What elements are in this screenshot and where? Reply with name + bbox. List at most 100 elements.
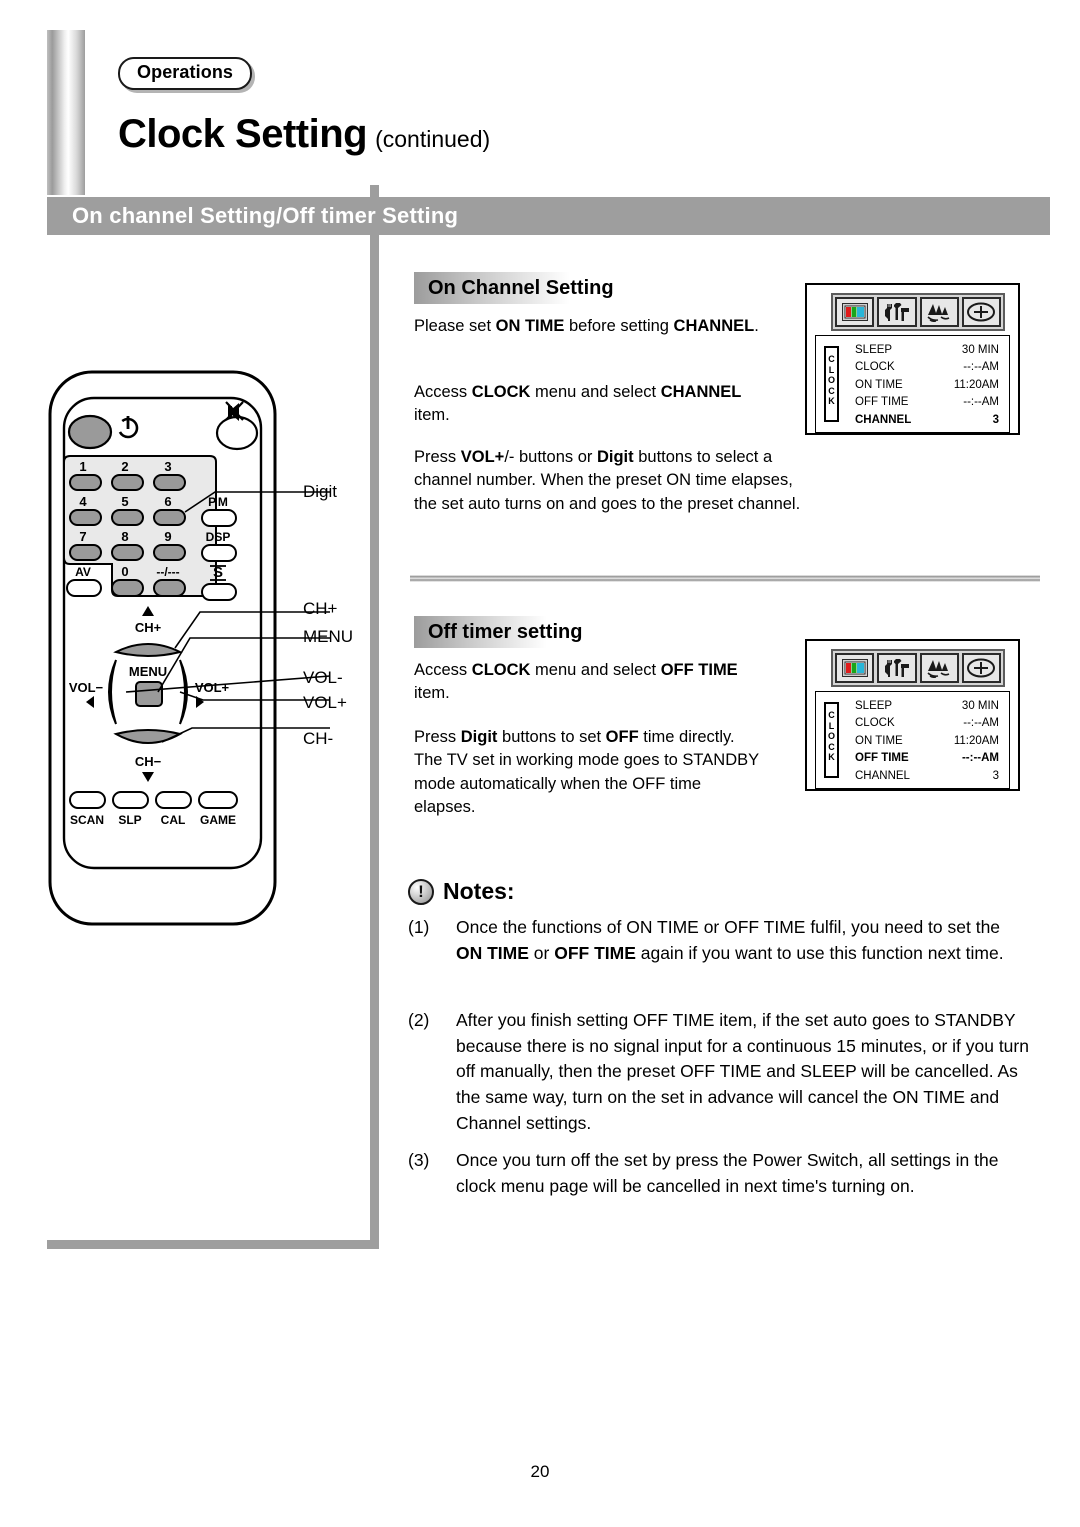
digit-key-2[interactable] <box>111 474 144 491</box>
dash-key[interactable] <box>153 579 186 597</box>
note-item: (2) After you finish setting OFF TIME it… <box>408 1008 1038 1137</box>
osd-row-label: ON TIME <box>855 378 903 391</box>
table-row[interactable]: SLEEP 30 MIN <box>855 698 999 715</box>
table-row[interactable]: ON TIME 11:20AM <box>855 377 999 394</box>
on-channel-paragraph-3: Press VOL+/- buttons or Digit buttons to… <box>414 448 801 513</box>
on-channel-heading: On Channel Setting <box>414 272 630 304</box>
pm-key[interactable] <box>201 509 237 527</box>
digit-key-4[interactable] <box>69 509 102 526</box>
page-title: Clock Setting (continued) <box>118 112 490 157</box>
frame-vertical-rule <box>370 185 379 1248</box>
dsp-key[interactable] <box>201 544 237 562</box>
digit-label-1: 1 <box>79 459 86 474</box>
cal-key[interactable] <box>155 791 192 809</box>
osd-row-label: CLOCK <box>855 717 895 730</box>
osd-row-value: 11:20AM <box>953 734 999 747</box>
digit-key-5[interactable] <box>111 509 144 526</box>
operations-tab: Operations <box>118 57 253 90</box>
frame-horizontal-rule <box>47 1240 379 1249</box>
s-key[interactable] <box>201 583 237 601</box>
digit-label-4: 4 <box>79 494 87 509</box>
sound-icon <box>919 653 959 683</box>
table-row[interactable]: CHANNEL 3 <box>855 768 999 785</box>
remote-control-diagram: 1 2 3 4 5 6 7 8 9 AV 0 --/--- P.M DSP S <box>48 370 330 926</box>
menu-button[interactable] <box>135 681 163 707</box>
osd-row-label: SLEEP <box>855 700 893 712</box>
mute-button[interactable] <box>215 415 259 451</box>
dash-label: --/--- <box>156 565 179 579</box>
menu-label: MENU <box>129 664 167 679</box>
osd-row-list: SLEEP 30 MIN CLOCK --:--AM ON TIME 11:20… <box>855 342 999 429</box>
note-text: Once the functions of ON TIME or OFF TIM… <box>456 917 1004 963</box>
osd-row-label: ON TIME <box>855 734 903 747</box>
table-row[interactable]: SLEEP 30 MIN <box>855 342 999 359</box>
table-row[interactable]: OFF TIME --:--AM <box>855 394 999 411</box>
clock-icon <box>961 653 1001 683</box>
table-row[interactable]: CLOCK --:--AM <box>855 715 999 732</box>
osd-row-label: CHANNEL <box>855 413 912 426</box>
scan-label: SCAN <box>70 813 104 827</box>
osd-row-value: 3 <box>992 769 999 782</box>
digit-key-3[interactable] <box>153 474 186 491</box>
table-row[interactable]: CLOCK --:--AM <box>855 359 999 376</box>
off-timer-paragraph-1: Access CLOCK menu and select OFF TIME it… <box>414 661 738 703</box>
table-row[interactable]: ON TIME 11:20AM <box>855 733 999 750</box>
page-title-sub: (continued) <box>375 126 491 152</box>
off-timer-osd: CLOCK SLEEP 30 MIN CLOCK --:--AM ON TIME… <box>805 639 1020 791</box>
callout-ch-down: CH- <box>303 729 334 748</box>
section-divider <box>410 575 1040 582</box>
callout-ch-up: CH+ <box>303 599 338 618</box>
on-channel-osd: CLOCK SLEEP 30 MIN CLOCK --:--AM ON TIME… <box>805 283 1020 435</box>
osd-row-label: SLEEP <box>855 344 893 356</box>
table-row-selected[interactable]: OFF TIME --:--AM <box>855 750 999 767</box>
note-text: After you finish setting OFF TIME item, … <box>456 1010 1029 1133</box>
page-number: 20 <box>530 1462 550 1481</box>
digit-label-7: 7 <box>79 529 86 544</box>
power-button[interactable] <box>67 414 113 450</box>
note-number: (2) <box>408 1010 430 1030</box>
osd-row-label: CLOCK <box>855 361 895 374</box>
digit-label-3: 3 <box>164 459 171 474</box>
cal-label: CAL <box>161 813 186 827</box>
osd-side-tab: CLOCK <box>824 346 839 422</box>
slp-key[interactable] <box>112 791 149 809</box>
osd-row-value: --:--AM <box>963 361 999 374</box>
callout-vol-down: VOL- <box>303 668 343 687</box>
digit-key-7[interactable] <box>69 544 102 561</box>
game-key[interactable] <box>198 791 238 809</box>
digit-key-9[interactable] <box>153 544 186 561</box>
digit-key-1[interactable] <box>69 474 102 491</box>
dsp-label: DSP <box>206 530 231 544</box>
osd-icon-bar <box>831 293 1005 331</box>
picture-icon <box>835 653 875 683</box>
digit-label-2: 2 <box>121 459 128 474</box>
left-gradient-bar <box>47 30 85 195</box>
osd-icon-bar <box>831 649 1005 687</box>
osd-menu-body: CLOCK SLEEP 30 MIN CLOCK --:--AM ON TIME… <box>815 335 1010 433</box>
digit-label-5: 5 <box>121 494 128 509</box>
note-number: (1) <box>408 917 430 937</box>
av-key[interactable] <box>66 579 102 597</box>
digit-key-0[interactable] <box>111 579 144 597</box>
vol-up-label: VOL+ <box>195 680 230 695</box>
osd-row-label: OFF TIME <box>855 752 909 765</box>
osd-row-value: --:--AM <box>963 717 999 730</box>
osd-row-label: OFF TIME <box>855 396 909 409</box>
callout-vol-up: VOL+ <box>303 693 347 712</box>
section-band-label: On channel Setting/Off timer Setting <box>72 203 459 228</box>
digit-key-8[interactable] <box>111 544 144 561</box>
osd-row-value: 30 MIN <box>961 700 999 712</box>
osd-row-value: 3 <box>992 413 999 426</box>
table-row-selected[interactable]: CHANNEL 3 <box>855 412 999 429</box>
on-channel-paragraph-2: Access CLOCK menu and select CHANNEL ite… <box>414 383 742 425</box>
off-timer-heading: Off timer setting <box>414 616 599 648</box>
digit-key-6[interactable] <box>153 509 186 526</box>
callout-digit: Digit <box>303 482 338 501</box>
picture-icon <box>835 297 875 327</box>
osd-row-list: SLEEP 30 MIN CLOCK --:--AM ON TIME 11:20… <box>855 698 999 785</box>
note-item: (3) Once you turn off the set by press t… <box>408 1148 1038 1199</box>
scan-key[interactable] <box>69 791 106 809</box>
ch-up-label: CH+ <box>135 620 162 635</box>
digit-label-9: 9 <box>164 529 171 544</box>
tools-icon <box>877 297 917 327</box>
